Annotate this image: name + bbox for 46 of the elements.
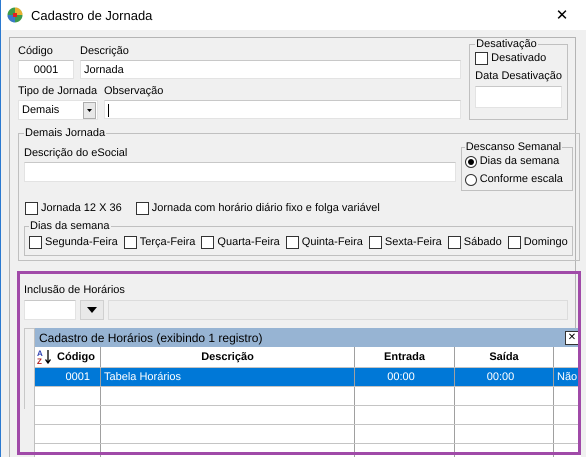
field-label: Código	[18, 44, 54, 58]
weekday-checkbox[interactable]: Segunda-Feira	[29, 235, 118, 250]
radio-option[interactable]: Conforme escala	[464, 172, 569, 187]
column-header[interactable]: Saída	[455, 347, 554, 367]
schedule-code-field[interactable]	[24, 300, 76, 320]
field-label: Descrição	[80, 44, 130, 58]
window-title: Cadastro de Jornada	[31, 8, 154, 22]
table-cell: 00:00	[455, 368, 554, 386]
description-field[interactable]: Jornada	[80, 60, 462, 79]
column-header[interactable]: A Z Código	[35, 347, 101, 367]
weekday-checkbox[interactable]: Domingo	[508, 235, 568, 250]
close-button[interactable]: ✕	[542, 0, 582, 30]
weekday-checkbox[interactable]: Sexta-Feira	[368, 235, 442, 250]
table-cell: Tabela Horários	[101, 368, 355, 386]
group-title: Demais Jornada	[24, 126, 106, 140]
group-title: Dias da semana	[29, 219, 110, 233]
weekday-checkbox[interactable]: Terça-Feira	[124, 235, 196, 250]
option-checkbox[interactable]: Jornada 12 X 36	[25, 201, 122, 216]
close-button[interactable]: ✕	[565, 330, 579, 344]
column-header[interactable]: Descrição	[101, 347, 355, 367]
popup-title: Cadastro de Horários (exibindo 1 registro)	[39, 330, 262, 344]
field-label: Observação	[104, 84, 164, 98]
type-dropdown[interactable]: Demais	[18, 100, 98, 120]
deactivated-checkbox[interactable]: Desativado	[475, 51, 562, 66]
group-title: Descanso Semanal	[464, 140, 562, 154]
column-header[interactable]: Entrada	[355, 347, 455, 367]
field-label: Data Desativação	[475, 69, 562, 83]
group-title: Desativação	[475, 37, 538, 51]
radio-option[interactable]: Dias da semana	[464, 154, 569, 169]
option-checkbox[interactable]: Jornada com horário diário fixo e folga variável	[136, 201, 380, 216]
caret-icon	[87, 307, 97, 313]
table-cell: 0001	[35, 368, 101, 386]
weekday-checkbox[interactable]: Quarta-Feira	[201, 235, 280, 250]
esocial-description-field[interactable]	[24, 162, 456, 182]
code-field[interactable]: 0001	[18, 60, 74, 79]
app-icon	[7, 7, 23, 23]
observation-field[interactable]	[104, 100, 462, 119]
field-label: Inclusão de Horários	[24, 283, 126, 297]
weekday-checkbox[interactable]: Sábado	[448, 235, 502, 250]
table-cell: Não	[554, 368, 581, 386]
weekday-checkbox[interactable]: Quinta-Feira	[286, 235, 363, 250]
table-cell: 00:00	[355, 368, 455, 386]
field-label: Tipo de Jornada	[18, 84, 98, 98]
field-label: Descrição do eSocial	[24, 146, 128, 160]
dropdown-button[interactable]	[80, 300, 104, 320]
date-field[interactable]	[475, 86, 562, 108]
